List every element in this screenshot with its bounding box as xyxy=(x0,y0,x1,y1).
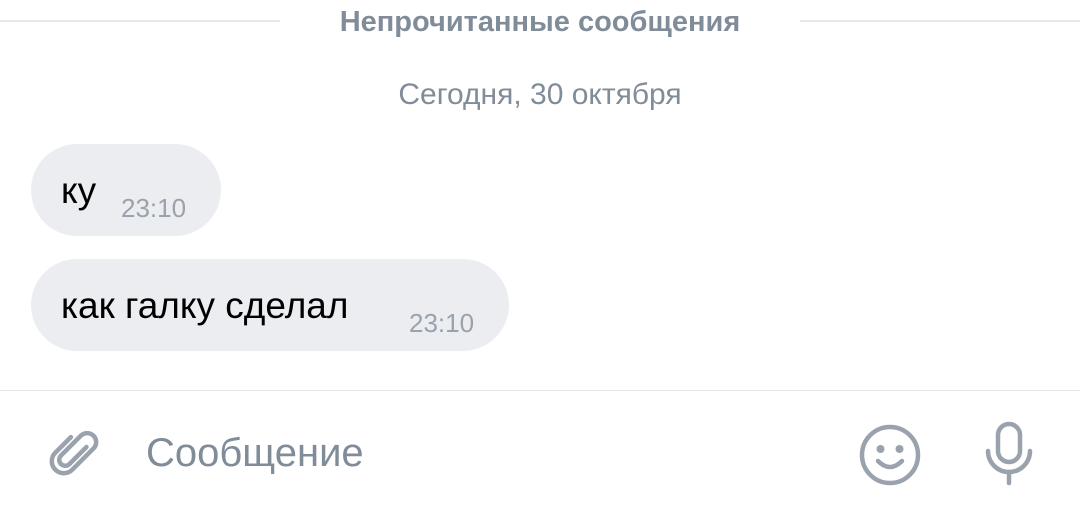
chat-screen: Непрочитанные сообщения Сегодня, 30 октя… xyxy=(0,0,1080,515)
microphone-icon xyxy=(985,421,1033,486)
divider-line-right xyxy=(800,20,1080,22)
message-time: 23:10 xyxy=(409,308,475,338)
message-input[interactable] xyxy=(146,425,826,481)
message-time: 23:10 xyxy=(121,193,187,223)
attach-button[interactable] xyxy=(42,421,104,483)
voice-record-button[interactable] xyxy=(980,421,1038,487)
message-text: ку xyxy=(61,170,97,211)
smiley-icon xyxy=(859,424,921,486)
unread-divider: Непрочитанные сообщения xyxy=(0,0,1080,44)
message-text: как галку сделал xyxy=(61,285,349,326)
message-bubble[interactable]: ку 23:10 xyxy=(31,144,221,236)
message-composer xyxy=(0,391,1080,515)
divider-line-left xyxy=(0,20,280,22)
message-bubble[interactable]: как галку сделал 23:10 xyxy=(31,259,509,351)
emoji-button[interactable] xyxy=(858,423,922,487)
unread-messages-label: Непрочитанные сообщения xyxy=(339,6,741,38)
paperclip-icon xyxy=(49,430,99,476)
date-separator: Сегодня, 30 октября xyxy=(398,78,682,111)
